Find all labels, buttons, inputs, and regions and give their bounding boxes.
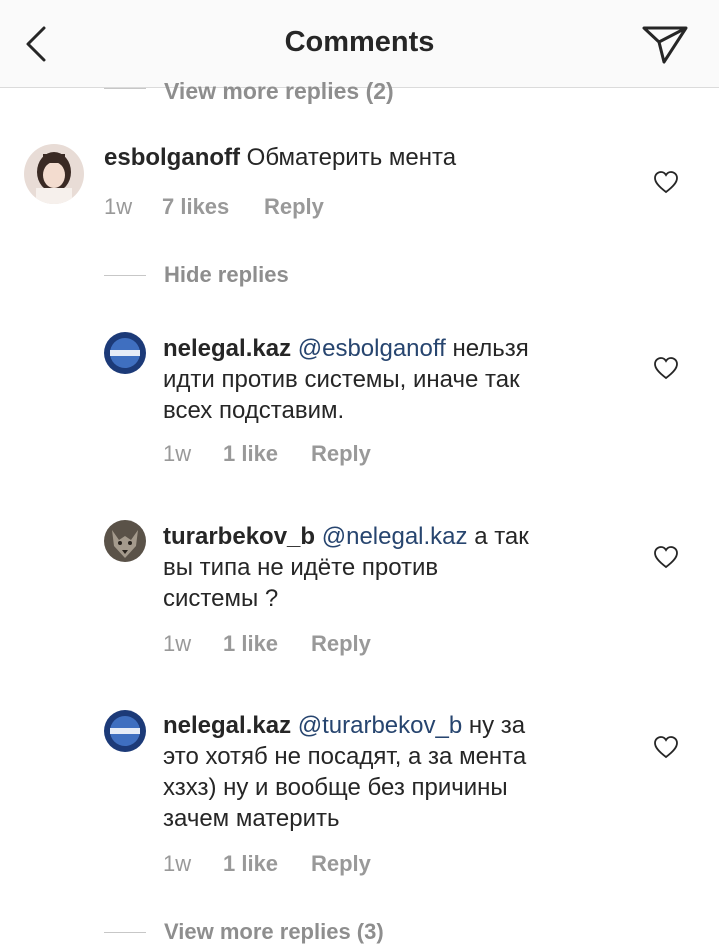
- reply-mention[interactable]: @esbolganoff: [298, 335, 446, 362]
- comment-body: Обматерить мента: [246, 144, 457, 171]
- view-more-replies-button[interactable]: View more replies (3): [104, 917, 464, 947]
- avatar-esbolganoff[interactable]: [24, 144, 84, 204]
- reply-text: nelegal.kaz @esbolganoff нельзя идти про…: [163, 333, 643, 426]
- reply-mention[interactable]: @turarbekov_b: [298, 712, 462, 739]
- reply-body-line: идти против системы, иначе так: [163, 366, 520, 393]
- reply-body-line: зачем материть: [163, 805, 340, 832]
- reply-meta: 1w 1 like Reply: [163, 631, 463, 657]
- reply-body-line: а так: [474, 523, 529, 550]
- comment-text: esbolganoff Обматерить мента: [104, 142, 634, 173]
- reply-meta: 1w 1 like Reply: [163, 851, 463, 877]
- reply-mention[interactable]: @nelegal.kaz: [322, 523, 468, 550]
- reply-time: 1w: [163, 441, 192, 466]
- divider-line: [104, 88, 146, 89]
- view-more-replies-top[interactable]: View more replies (2): [104, 74, 504, 104]
- divider-line: [104, 275, 146, 276]
- comment-username[interactable]: esbolganoff: [104, 144, 240, 171]
- likes-count[interactable]: 7 likes: [162, 194, 229, 220]
- reply-body-line: это хотяб не посадят, а за мента: [163, 743, 527, 770]
- reply-body-line: системы ?: [163, 585, 279, 612]
- heart-icon[interactable]: [653, 545, 679, 569]
- comment-meta: 1w 7 likes Reply: [104, 194, 404, 220]
- reply-button[interactable]: Reply: [264, 194, 324, 220]
- reply-body-line: нельзя: [452, 335, 529, 362]
- reply-button[interactable]: Reply: [311, 851, 371, 877]
- reply-username[interactable]: nelegal.kaz: [163, 712, 291, 739]
- reply-meta: 1w 1 like Reply: [163, 441, 463, 467]
- page-title: Comments: [284, 26, 435, 58]
- reply-body-line: всех подставим.: [163, 397, 345, 424]
- send-icon[interactable]: [640, 22, 690, 66]
- reply-text: nelegal.kaz @turarbekov_b ну за это хотя…: [163, 710, 643, 834]
- view-more-replies-label: View more replies (3): [164, 919, 384, 944]
- heart-icon[interactable]: [653, 170, 679, 194]
- avatar-nelegal-kaz[interactable]: [104, 710, 146, 752]
- comment-time: 1w: [104, 194, 133, 219]
- likes-count[interactable]: 1 like: [223, 441, 278, 467]
- hide-replies-label: Hide replies: [164, 262, 289, 287]
- reply-body-line: ну за: [468, 712, 526, 739]
- reply-text: turarbekov_b @nelegal.kaz а так вы типа …: [163, 521, 643, 614]
- reply-button[interactable]: Reply: [311, 631, 371, 657]
- avatar-turarbekov-b[interactable]: [104, 520, 146, 562]
- reply-button[interactable]: Reply: [311, 441, 371, 467]
- reply-username[interactable]: turarbekov_b: [163, 523, 315, 550]
- divider-line: [104, 932, 146, 933]
- reply-time: 1w: [163, 851, 192, 876]
- likes-count[interactable]: 1 like: [223, 631, 278, 657]
- reply-time: 1w: [163, 631, 192, 656]
- view-more-replies-label: View more replies (2): [164, 78, 394, 104]
- reply-username[interactable]: nelegal.kaz: [163, 335, 291, 362]
- heart-icon[interactable]: [653, 735, 679, 759]
- hide-replies-button[interactable]: Hide replies: [104, 260, 464, 290]
- reply-body-line: вы типа не идёте против: [163, 554, 439, 581]
- reply-body-line: хзхз) ну и вообще без причины: [163, 774, 508, 801]
- heart-icon[interactable]: [653, 356, 679, 380]
- avatar-nelegal-kaz[interactable]: [104, 332, 146, 374]
- likes-count[interactable]: 1 like: [223, 851, 278, 877]
